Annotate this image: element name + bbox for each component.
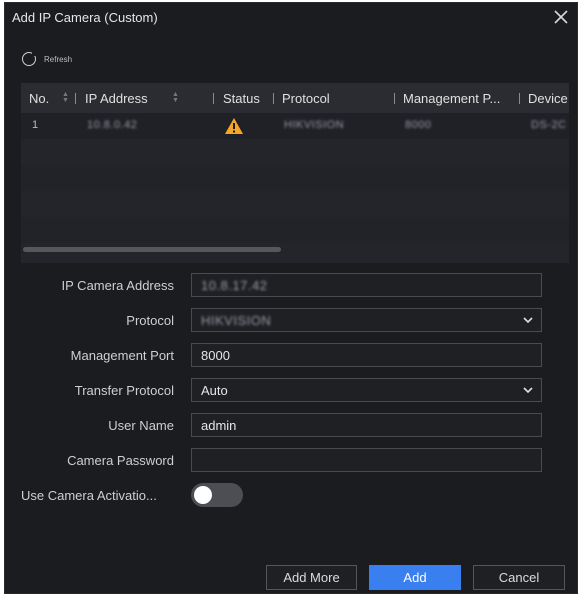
refresh-icon	[22, 51, 37, 66]
user-name-label: User Name	[108, 418, 174, 433]
column-separator[interactable]	[75, 93, 76, 104]
column-header-ip-address[interactable]: IP Address	[85, 91, 148, 106]
empty-row	[21, 165, 569, 191]
ip-camera-address-value: 10.8.17.42	[201, 278, 268, 293]
column-header-status[interactable]: Status	[223, 91, 260, 106]
add-ip-camera-dialog: Add IP Camera (Custom) Refresh No. ▲ ▼ IP…	[4, 2, 578, 594]
camera-password-label: Camera Password	[67, 453, 174, 468]
sort-icon[interactable]: ▲ ▼	[62, 91, 69, 104]
camera-password-input[interactable]	[191, 448, 542, 472]
add-button[interactable]: Add	[369, 565, 461, 590]
cancel-button[interactable]: Cancel	[473, 565, 565, 590]
management-port-label: Management Port	[70, 348, 174, 363]
column-header-management-port[interactable]: Management P...	[403, 91, 500, 106]
empty-row	[21, 217, 569, 243]
protocol-select[interactable]: HIKVISION	[191, 308, 542, 332]
management-port-value: 8000	[201, 348, 230, 363]
warning-icon	[225, 118, 243, 134]
transfer-protocol-label: Transfer Protocol	[74, 383, 174, 398]
column-separator[interactable]	[394, 93, 395, 104]
user-name-value: admin	[201, 418, 237, 433]
toggle-knob	[194, 486, 212, 504]
protocol-value: HIKVISION	[201, 313, 272, 328]
dialog-title: Add IP Camera (Custom)	[12, 10, 158, 25]
cell-device: DS-2C	[531, 119, 567, 131]
ip-camera-address-label: IP Camera Address	[61, 278, 174, 293]
column-header-protocol[interactable]: Protocol	[282, 91, 330, 106]
close-icon[interactable]	[551, 7, 571, 27]
add-more-button[interactable]: Add More	[266, 565, 357, 590]
camera-table: No. ▲ ▼ IP Address ▲ ▼ Status Protocol Man…	[21, 83, 569, 263]
cell-management-port: 8000	[405, 119, 432, 131]
title-bar: Add IP Camera (Custom)	[5, 3, 577, 33]
chevron-down-icon	[523, 317, 533, 324]
column-header-device[interactable]: Device	[528, 91, 568, 106]
cell-no: 1	[32, 119, 39, 131]
management-port-input[interactable]: 8000	[191, 343, 542, 367]
cell-ip-address: 10.8.0.42	[87, 119, 138, 131]
sort-icon[interactable]: ▲ ▼	[172, 91, 179, 104]
refresh-label: Refresh	[44, 54, 73, 64]
use-camera-activation-toggle[interactable]	[191, 483, 243, 507]
chevron-down-icon	[523, 387, 533, 394]
column-separator[interactable]	[273, 93, 274, 104]
refresh-button[interactable]: Refresh	[22, 51, 73, 66]
column-header-no[interactable]: No.	[29, 91, 49, 106]
cell-protocol: HIKVISION	[284, 119, 345, 131]
column-separator[interactable]	[519, 93, 520, 104]
horizontal-scrollbar[interactable]	[23, 247, 281, 252]
table-row[interactable]: 1 10.8.0.42 HIKVISION 8000 DS-2C	[21, 113, 569, 139]
transfer-protocol-select[interactable]: Auto	[191, 378, 542, 402]
protocol-label: Protocol	[126, 313, 174, 328]
ip-camera-address-input[interactable]: 10.8.17.42	[191, 273, 542, 297]
user-name-input[interactable]: admin	[191, 413, 542, 437]
transfer-protocol-value: Auto	[201, 383, 228, 398]
dialog-footer: Add More Add Cancel	[5, 553, 577, 595]
column-separator[interactable]	[213, 93, 214, 104]
table-header: No. ▲ ▼ IP Address ▲ ▼ Status Protocol Man…	[21, 83, 569, 113]
use-camera-activation-label: Use Camera Activatio...	[21, 488, 157, 503]
